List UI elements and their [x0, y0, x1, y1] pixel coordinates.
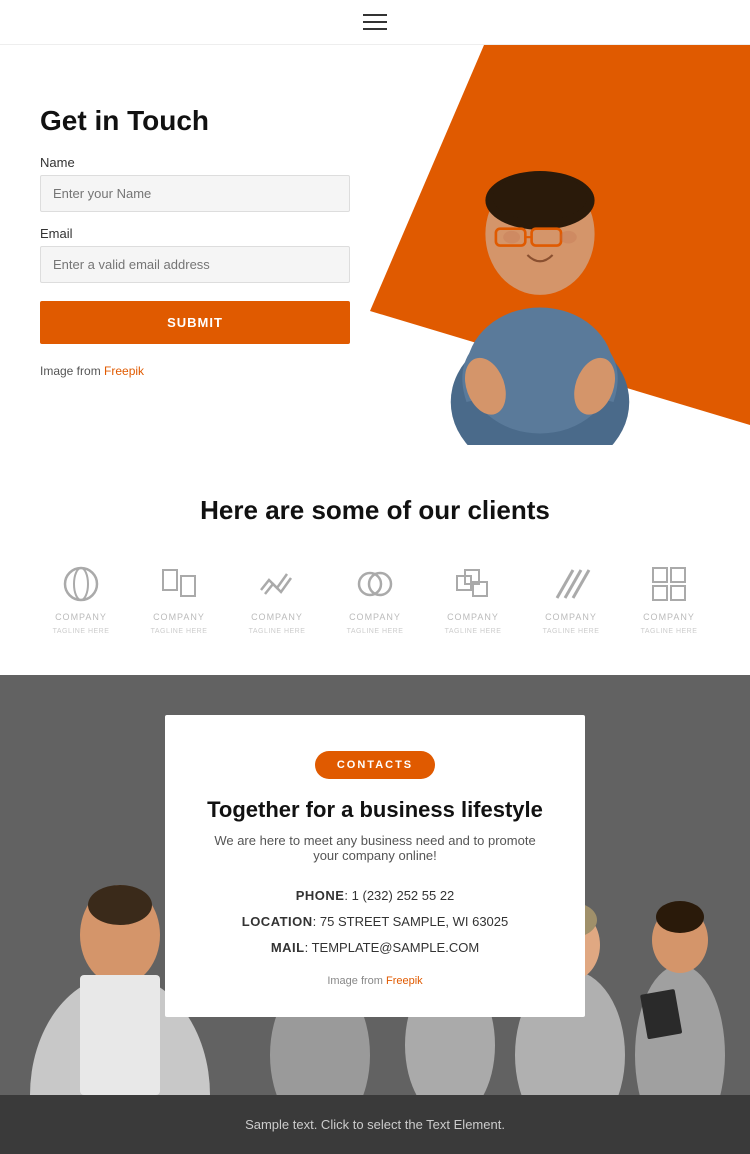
email-label: Email — [40, 226, 350, 241]
client-logo-7: COMPANY TAGLINE HERE — [641, 562, 698, 635]
name-input[interactable] — [40, 175, 350, 212]
contacts-info: PHONE: 1 (232) 252 55 22 LOCATION: 75 ST… — [205, 883, 545, 961]
location-info: LOCATION: 75 STREET SAMPLE, WI 63025 — [205, 909, 545, 935]
footer-text[interactable]: Sample text. Click to select the Text El… — [22, 1117, 728, 1132]
clients-section: Here are some of our clients COMPANY TAG… — [0, 445, 750, 675]
client-logo-3: COMPANY TAGLINE HERE — [249, 562, 306, 635]
clients-title: Here are some of our clients — [40, 495, 710, 526]
clients-logos: COMPANY TAGLINE HERE COMPANY TAGLINE HER… — [40, 562, 710, 635]
contacts-card: CONTACTS Together for a business lifesty… — [165, 715, 585, 1017]
phone-value: 1 (232) 252 55 22 — [352, 888, 455, 903]
freepik-link[interactable]: Freepik — [104, 364, 144, 378]
menu-button[interactable] — [363, 14, 387, 30]
contacts-section: CONTACTS Together for a business lifesty… — [0, 675, 750, 1095]
hero-image-credit: Image from Freepik — [40, 364, 350, 378]
location-label: LOCATION — [242, 914, 313, 929]
phone-info: PHONE: 1 (232) 252 55 22 — [205, 883, 545, 909]
client-logo-6: COMPANY TAGLINE HERE — [543, 562, 600, 635]
hero-image — [330, 45, 750, 445]
hero-section: Get in Touch Name Email SUBMIT Image fro… — [0, 45, 750, 445]
client-logo-1: COMPANY TAGLINE HERE — [53, 562, 110, 635]
email-input[interactable] — [40, 246, 350, 283]
submit-button[interactable]: SUBMIT — [40, 301, 350, 344]
contacts-subtext: We are here to meet any business need an… — [205, 833, 545, 863]
email-form-group: Email — [40, 226, 350, 283]
name-label: Name — [40, 155, 350, 170]
mail-info: MAIL: TEMPLATE@SAMPLE.COM — [205, 935, 545, 961]
contacts-image-credit: Image from Freepik — [205, 975, 545, 987]
hero-title: Get in Touch — [40, 105, 350, 137]
client-logo-4: COMPANY TAGLINE HERE — [347, 562, 404, 635]
mail-label: MAIL — [271, 940, 305, 955]
contacts-heading: Together for a business lifestyle — [205, 797, 545, 823]
location-value: 75 STREET SAMPLE, WI 63025 — [320, 914, 508, 929]
header — [0, 0, 750, 45]
phone-label: PHONE — [296, 888, 345, 903]
client-logo-2: COMPANY TAGLINE HERE — [151, 562, 208, 635]
contacts-badge: CONTACTS — [315, 751, 435, 779]
footer: Sample text. Click to select the Text El… — [0, 1095, 750, 1154]
client-logo-5: COMPANY TAGLINE HERE — [445, 562, 502, 635]
mail-value: TEMPLATE@SAMPLE.COM — [312, 940, 480, 955]
contacts-freepik-link[interactable]: Freepik — [386, 975, 423, 987]
name-form-group: Name — [40, 155, 350, 212]
hero-content: Get in Touch Name Email SUBMIT Image fro… — [40, 105, 350, 378]
